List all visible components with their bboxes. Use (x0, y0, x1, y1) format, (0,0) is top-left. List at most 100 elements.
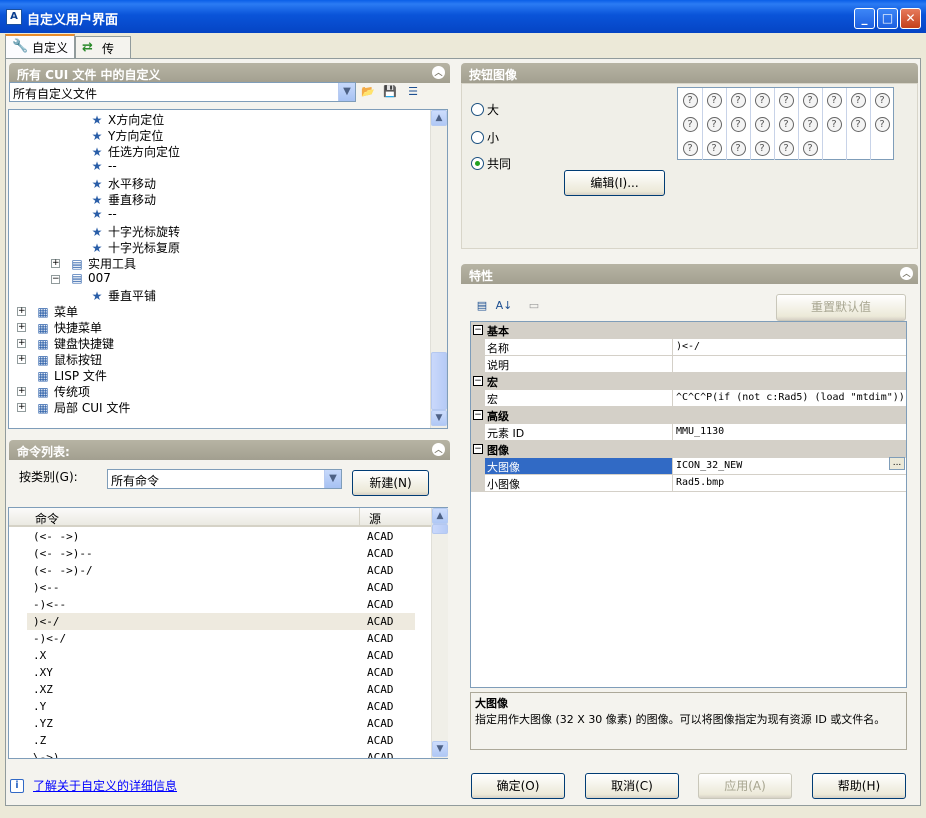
button-image-thumbnail[interactable]: ? (702, 112, 726, 136)
command-row[interactable]: )<-- ACAD (27, 579, 415, 596)
tab-customize[interactable]: 🔧 自定义 (5, 34, 75, 58)
command-list-header[interactable]: 命令列表: ︿ (9, 440, 450, 460)
property-grid[interactable]: − 基本 名称)<-/说明 − 宏宏 ^C^C^P(if (not c:Rad5) (lo… (470, 321, 907, 688)
apply-button[interactable]: 应用(A) (698, 773, 792, 799)
tree-item[interactable]: ★ -- (89, 159, 117, 175)
tree-item[interactable]: ★ 垂直平铺 (89, 287, 156, 303)
maximize-button[interactable]: □ (877, 8, 898, 29)
close-button[interactable]: ✕ (900, 8, 921, 29)
categorized-icon[interactable]: ▤ (472, 296, 492, 316)
property-value[interactable]: )<-/ (673, 339, 906, 356)
tree-item[interactable]: ★ 垂直移动 (89, 191, 156, 207)
expand-icon[interactable]: + (17, 355, 26, 364)
command-row[interactable]: -)<-/ ACAD (27, 630, 415, 647)
command-row[interactable]: .Z ACAD (27, 732, 415, 749)
save-icon[interactable]: 💾 (380, 82, 400, 102)
scroll-down-icon[interactable]: ▼ (431, 410, 447, 426)
command-row[interactable]: \->) ACAD (27, 749, 415, 758)
column-source[interactable]: 源 (369, 510, 381, 527)
radio-small-dot[interactable] (471, 131, 484, 144)
expand-icon[interactable]: + (17, 387, 26, 396)
tree-scrollbar[interactable]: ▲ ▼ (430, 110, 447, 428)
property-row[interactable]: 说明 (471, 356, 906, 373)
tree-item[interactable]: ★ 十字光标复原 (89, 239, 180, 255)
button-image-thumbnail[interactable]: ? (702, 136, 726, 160)
expand-icon[interactable]: + (17, 323, 26, 332)
button-image-thumbnail[interactable]: ? (798, 136, 822, 160)
property-value[interactable]: ^C^C^P(if (not c:Rad5) (load "mtdim")) (673, 390, 906, 407)
expand-icon[interactable]: + (17, 403, 26, 412)
command-row[interactable]: .YZ ACAD (27, 715, 415, 732)
property-row[interactable]: 小图像 Rad5.bmp (471, 475, 906, 492)
sort-alpha-icon[interactable]: A↓ (494, 296, 514, 316)
collapse-icon[interactable]: ︿ (432, 443, 445, 456)
tree-item[interactable]: ▦ 快捷菜单 (35, 319, 102, 335)
new-command-button[interactable]: 新建(N) (352, 470, 429, 496)
ok-button[interactable]: 确定(O) (471, 773, 565, 799)
button-image-thumbnail[interactable]: ? (798, 88, 822, 112)
command-list-scrollbar[interactable]: ▲ ▼ (431, 508, 448, 758)
property-row[interactable]: 大图像 ICON_32_NEW (471, 458, 906, 475)
open-file-icon[interactable]: 📂 (358, 82, 378, 102)
command-row[interactable]: (<- ->)-/ ACAD (27, 562, 415, 579)
tree-item[interactable]: ★ 任选方向定位 (89, 143, 180, 159)
collapse-icon[interactable]: − (473, 410, 483, 420)
help-link[interactable]: 了解关于自定义的详细信息 (33, 777, 177, 794)
scroll-up-icon[interactable]: ▲ (432, 508, 448, 524)
button-image-thumbnail[interactable]: ? (678, 112, 702, 136)
command-row[interactable]: -)<-- ACAD (27, 596, 415, 613)
reset-defaults-button[interactable]: 重置默认值 (776, 294, 906, 321)
command-row[interactable]: .X ACAD (27, 647, 415, 664)
tree-item[interactable]: ★ -- (89, 207, 117, 223)
edit-image-button[interactable]: 编辑(I)... (564, 170, 665, 196)
tree-item[interactable]: ▦ 键盘快捷键 (35, 335, 114, 351)
button-image-thumbnail[interactable]: ? (726, 136, 750, 160)
property-pages-icon[interactable]: ▭ (524, 296, 544, 316)
property-row[interactable]: 名称)<-/ (471, 339, 906, 356)
command-list[interactable]: 命令 源 (<- ->) ACAD (<- ->)-- ACAD (<- ->)-/ AC… (8, 507, 448, 759)
collapse-icon[interactable]: − (473, 376, 483, 386)
button-image-thumbnail[interactable]: ? (774, 136, 798, 160)
button-image-thumbnail[interactable]: ? (702, 88, 726, 112)
tab-transfer[interactable]: ⇄ 传输 (75, 36, 131, 73)
category-combo[interactable]: 所有命令 ▼ (107, 469, 342, 489)
button-image-thumbnail[interactable]: ? (678, 136, 702, 160)
tree-scroll-thumb[interactable] (431, 352, 447, 410)
expand-icon[interactable]: + (17, 339, 26, 348)
button-image-thumbnail[interactable]: ? (678, 88, 702, 112)
command-row[interactable]: (<- ->)-- ACAD (27, 545, 415, 562)
collapse-icon[interactable]: ︿ (432, 66, 445, 79)
tree-item[interactable]: ▦ LISP 文件 (35, 367, 107, 383)
property-category[interactable]: − 图像 (471, 441, 906, 458)
button-image-grid[interactable]: ???????????????????????? (677, 87, 894, 160)
property-row[interactable]: 元素 ID MMU_1130 (471, 424, 906, 441)
tree-item[interactable]: ★ X方向定位 (89, 111, 165, 127)
button-image-thumbnail[interactable]: ? (822, 112, 846, 136)
button-image-thumbnail[interactable]: ? (798, 112, 822, 136)
tree-item[interactable]: ▤ 007 (69, 271, 111, 287)
collapse-icon[interactable]: ︿ (900, 267, 913, 280)
tree-item[interactable]: ▦ 传统项 (35, 383, 90, 399)
button-image-thumbnail[interactable]: ? (750, 112, 774, 136)
button-image-thumbnail[interactable]: ? (726, 112, 750, 136)
radio-large-dot[interactable] (471, 103, 484, 116)
button-image-thumbnail[interactable]: ? (846, 88, 870, 112)
list-options-icon[interactable]: ☰ (403, 82, 423, 102)
property-category[interactable]: − 高级 (471, 407, 906, 424)
minimize-button[interactable]: _ (854, 8, 875, 29)
cancel-button[interactable]: 取消(C) (585, 773, 679, 799)
collapse-icon[interactable]: − (473, 325, 483, 335)
tree-item[interactable]: ★ 水平移动 (89, 175, 156, 191)
collapse-icon[interactable]: − (473, 444, 483, 454)
command-row[interactable]: )<-/ ACAD (27, 613, 415, 630)
radio-both[interactable]: 共同 (471, 155, 511, 172)
cui-file-combo[interactable]: 所有自定义文件 ▼ (9, 82, 356, 102)
expand-icon[interactable]: + (17, 307, 26, 316)
command-row[interactable]: .Y ACAD (27, 698, 415, 715)
button-image-thumbnail[interactable]: ? (750, 136, 774, 160)
tree-item[interactable]: ▤ 实用工具 (69, 255, 136, 271)
expand-icon[interactable]: + (51, 259, 60, 268)
scroll-down-icon[interactable]: ▼ (432, 741, 448, 757)
property-category[interactable]: − 基本 (471, 322, 906, 339)
tree-item[interactable]: ▦ 局部 CUI 文件 (35, 399, 130, 415)
